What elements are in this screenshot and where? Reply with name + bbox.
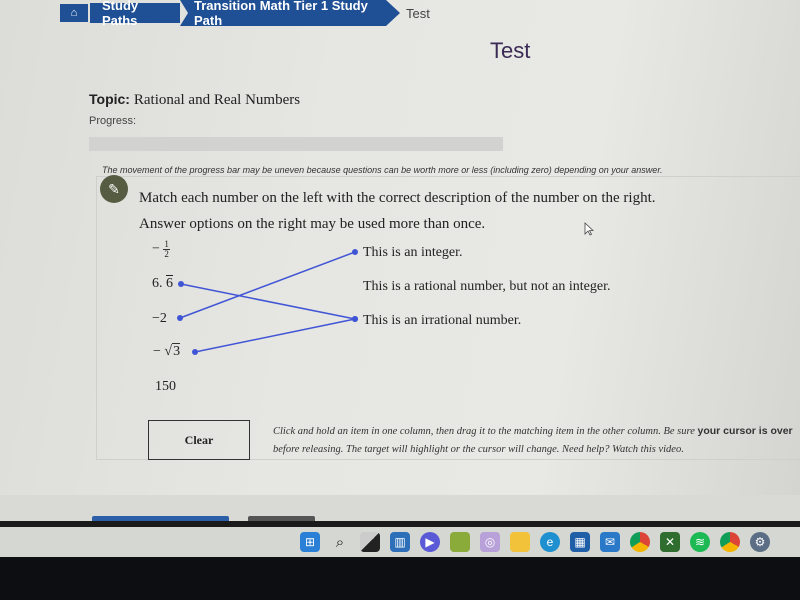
mouse-cursor-icon [584, 222, 594, 236]
photos-app-icon[interactable]: ◎ [480, 532, 500, 552]
question-line-2: Answer options on the right may be used … [139, 216, 486, 232]
fraction: 1 2 [163, 240, 170, 259]
chrome-profile-icon[interactable] [720, 532, 740, 552]
progress-label: Progress: [89, 115, 137, 127]
teams-chat-icon[interactable]: ▶ [420, 532, 440, 552]
drag-instructions: Click and hold an item in one column, th… [273, 422, 800, 459]
left-item-neg-half[interactable]: − 1 2 [152, 240, 170, 259]
pencil-icon: ✎ [108, 180, 120, 197]
minus-sign: − [153, 344, 161, 359]
notes-app-icon[interactable] [450, 532, 470, 552]
breadcrumb-study-paths[interactable]: Study Paths [90, 0, 180, 28]
file-explorer-icon[interactable] [510, 532, 530, 552]
question-text: Match each number on the left with the c… [139, 185, 656, 237]
taskbar: ⊞ ⌕ ▥ ▶ ◎ e ▦ ✉ ✕ ≋ ⚙ [0, 527, 800, 557]
denominator: 2 [164, 249, 169, 259]
chrome-icon[interactable] [630, 532, 650, 552]
whole-part: 6. [152, 276, 163, 291]
windows-start-icon[interactable]: ⊞ [300, 532, 320, 552]
topic: Topic: Rational and Real Numbers [89, 91, 300, 109]
search-icon[interactable]: ⌕ [330, 532, 350, 552]
spotify-icon[interactable]: ≋ [690, 532, 710, 552]
home-icon: ⌂ [70, 7, 78, 19]
right-item-rational-not-integer[interactable]: This is a rational number, but not an in… [363, 279, 611, 295]
widgets-icon[interactable]: ▥ [390, 532, 410, 552]
question-line-1: Match each number on the left with the c… [139, 190, 656, 206]
microsoft-store-icon[interactable]: ▦ [570, 532, 590, 552]
settings-icon[interactable]: ⚙ [750, 532, 770, 552]
question-badge: ✎ [100, 175, 128, 203]
task-view-icon[interactable] [360, 532, 380, 552]
topic-label: Topic: [89, 91, 130, 107]
clear-button[interactable]: Clear [148, 420, 250, 460]
radical-icon: √ [164, 344, 173, 359]
radicand: 3 [172, 343, 181, 359]
instructions-bold: your cursor is over [697, 425, 793, 437]
breadcrumb-study-path[interactable]: Transition Math Tier 1 Study Path [180, 0, 400, 26]
instructions-part-1: Click and hold an item in one column, th… [273, 426, 698, 437]
left-item-neg-two[interactable]: −2 [152, 311, 167, 327]
left-item-one-fifty[interactable]: 150 [155, 379, 176, 395]
instructions-part-2: before releasing. The target will highli… [273, 444, 684, 455]
left-item-neg-sqrt-three[interactable]: − √3 [153, 343, 181, 360]
breadcrumb-home[interactable]: ⌂ [60, 4, 88, 22]
edge-browser-icon[interactable]: e [540, 532, 560, 552]
xbox-icon[interactable]: ✕ [660, 532, 680, 552]
right-item-integer[interactable]: This is an integer. [363, 245, 463, 261]
breadcrumb: ⌂ Study Paths Transition Math Tier 1 Stu… [60, 0, 430, 28]
right-item-irrational[interactable]: This is an irrational number. [363, 313, 521, 329]
mail-icon[interactable]: ✉ [600, 532, 620, 552]
repeating-digit: 6 [166, 276, 173, 291]
topic-value: Rational and Real Numbers [133, 92, 301, 108]
progress-note: The movement of the progress bar may be … [102, 165, 663, 175]
left-item-six-point-six-repeating[interactable]: 6. 6 [152, 276, 173, 292]
page-title: Test [490, 38, 531, 63]
minus-sign: − [152, 241, 160, 257]
progress-bar [89, 137, 503, 151]
breadcrumb-current: Test [406, 5, 430, 21]
screen-bottom-bezel [0, 557, 800, 600]
